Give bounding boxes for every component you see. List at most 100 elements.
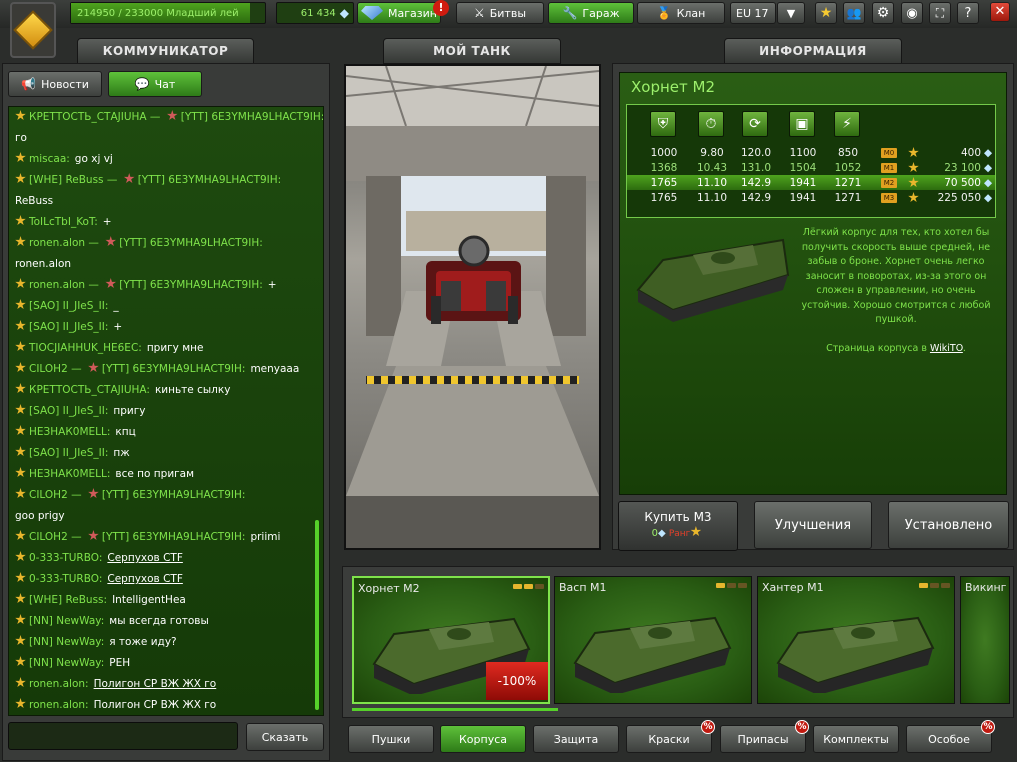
rank-requirement: Ранг [668,529,691,539]
item-card[interactable]: Хорнет М2 -100% [352,576,550,704]
armor-icon: ⛨ [650,111,676,137]
chat-sender[interactable]: [WHE] ReBuss — [29,174,121,186]
shop-button[interactable]: Магазин [357,2,441,24]
chat-sender[interactable]: КРЕТТОСТЬ_СТАJIUHA: [29,384,150,396]
buy-price: 0◆ Ранг [619,526,737,539]
chat-text: Полигон CP ВЖ ЖХ го [93,678,217,690]
tab-label: Корпуса [458,732,507,746]
installed-button[interactable]: Установлено [888,501,1009,549]
stats-row[interactable]: 1368 10.43 131.0 1504 1052 M1 23 100 ◆ [627,160,995,175]
tank-preview[interactable] [344,64,601,550]
item-card[interactable]: Васп М1 [554,576,752,704]
chat-input[interactable] [8,722,238,750]
stats-row[interactable]: 1000 9.80 120.0 1100 850 M0 400 ◆ [627,145,995,160]
tab-supplies[interactable]: Припасы% [720,720,809,753]
chat-message: ronen.alon — [YTT] 6E3YMHA9LHACT9IH: + [9,275,323,296]
chat-sender[interactable]: НЕЗНАК0MELL: [29,468,110,480]
chat-sender[interactable]: ronen.alon — [29,279,102,291]
battles-button[interactable]: ⚔ Битвы [456,2,544,24]
chat-text: пригу [113,405,146,417]
chat-recipient[interactable]: [YTT] 6E3YMHA9LHACT9IH: [102,531,246,543]
chat-text: я тоже иду? [109,636,177,648]
help-icon[interactable]: ? [957,2,979,24]
chat-sender[interactable]: ToILcTbI_KoT: [29,216,98,228]
tab-kits[interactable]: Комплекты [813,725,899,753]
item-card[interactable]: Викинг [960,576,1010,704]
chat-sender[interactable]: CILOH2 — [29,531,85,543]
stat-value: 142.9 [740,176,772,189]
gear-icon[interactable]: ⚙ [872,2,894,24]
rank-icon [15,404,26,415]
tab-special[interactable]: Особое% [906,720,995,753]
chat-text: пж [113,447,130,459]
buy-button[interactable]: Купить М3 0◆ Ранг [618,501,738,551]
chat-sender[interactable]: [SAO] II_JIeS_II: [29,321,108,333]
rank-icon [908,147,919,158]
chat-sender[interactable]: [NN] NewWay: [29,657,104,669]
garage-button[interactable]: 🔧 Гараж [548,2,634,24]
sound-icon[interactable]: ◉ [901,2,923,24]
crystal-icon: ◆ [657,528,666,539]
chat-sender[interactable]: 0-333-TURBO: [29,552,102,564]
chat-log[interactable]: КРЕТТОСТЬ_СТАJIUHA — [YTT] 6E3YMHA9LHACT… [8,106,324,716]
chat-sender[interactable]: miscaa: [29,153,70,165]
clan-label: Клан [676,6,706,20]
chat-scrollbar[interactable] [315,520,319,710]
chat-sender[interactable]: [NN] NewWay: [29,615,104,627]
item-card[interactable]: Хантер М1 [757,576,955,704]
carousel-scrollbar[interactable] [352,708,558,711]
chat-recipient[interactable]: [YTT] 6E3YMHA9LHACT9IH: [102,363,246,375]
chat-sender[interactable]: ronen.alon: [29,699,89,711]
send-button[interactable]: Сказать [246,723,324,751]
tab-hulls[interactable]: Корпуса [440,725,526,753]
crystal-icon: ◆ [339,6,349,20]
friends-icon[interactable]: 👥 [843,2,865,24]
chat-sender[interactable]: CILOH2 — [29,363,85,375]
star-icon[interactable]: ★ [815,2,837,24]
rank-icon [88,530,99,541]
chat-recipient[interactable]: [YTT] 6E3YMHA9LHACT9IH: [119,237,263,249]
rank-logo[interactable] [10,2,56,58]
chat-sender[interactable]: КРЕТТОСТЬ_СТАJIUHA — [29,111,164,123]
chat-sender[interactable]: [SAO] II_JIeS_II: [29,405,108,417]
chevron-down-icon: ▼ [786,6,796,20]
server-select[interactable]: EU 17 [730,2,776,24]
chat-sender[interactable]: [SAO] II_JIeS_II: [29,300,108,312]
chat-sender[interactable]: [SAO] II_JIeS_II: [29,447,108,459]
chat-sender[interactable]: CILOH2 — [29,489,85,501]
chat-sender[interactable]: ronen.alon — [29,237,102,249]
rank-icon [88,488,99,499]
news-button[interactable]: 📢 Новости [8,71,102,97]
server-dropdown-button[interactable]: ▼ [777,2,805,24]
tab-protection[interactable]: Защита [533,725,619,753]
chat-sender[interactable]: НЕЗНАК0MELL: [29,426,110,438]
wiki-link[interactable]: WikiTO [930,343,963,354]
crystal-icon: ◆ [983,161,993,174]
stats-row[interactable]: 1765 11.10 142.9 1941 1271 M2 70 500 ◆ [627,175,995,190]
chat-recipient[interactable]: [YTT] 6E3YMHA9LHACT9IH: [181,111,323,123]
chat-sender[interactable]: ronen.alon: [29,678,89,690]
chat-message: го [9,128,323,149]
chat-text: ReBuss [15,195,54,207]
rank-icon [15,425,26,436]
chat-sender[interactable]: 0-333-TURBO: [29,573,102,585]
rank-icon [15,362,26,373]
chat-sender[interactable]: [WHE] ReBuss: [29,594,107,606]
tab-paints[interactable]: Краски% [626,720,715,753]
chat-sender[interactable]: [NN] NewWay: [29,636,104,648]
chat-text: goo prigy [15,510,65,522]
chat-recipient[interactable]: [YTT] 6E3YMHA9LHACT9IH: [102,489,246,501]
close-button[interactable]: ✕ [990,2,1010,22]
chat-sender[interactable]: TIOCJIAHHUK_HE6EC: [29,342,142,354]
chat-recipient[interactable]: [YTT] 6E3YMHA9LHACT9IH: [138,174,282,186]
crystals-value: 61 434 [300,7,336,19]
chat-button[interactable]: 💬 Чат [108,71,202,97]
tab-guns[interactable]: Пушки [348,725,434,753]
stats-row[interactable]: 1765 11.10 142.9 1941 1271 M3 225 050 ◆ [627,190,995,205]
clan-button[interactable]: 🏅 Клан [637,2,725,24]
chat-recipient[interactable]: [YTT] 6E3YMHA9LHACT9IH: [119,279,263,291]
fullscreen-icon[interactable]: ⛶ [929,2,951,24]
upgrades-button[interactable]: Улучшения [754,501,872,549]
rank-icon [908,162,919,173]
chat-text: go xj vj [74,153,113,165]
